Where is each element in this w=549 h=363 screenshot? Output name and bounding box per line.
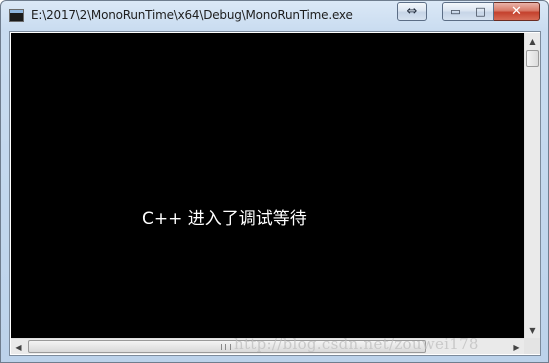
maximize-icon: □ [475, 5, 486, 18]
title-bar[interactable]: E:\2017\2\MonoRunTime\x64\Debug\MonoRunT… [1, 1, 548, 31]
watermark-text: http://blog.csdn.net/zouwei178 [234, 335, 479, 353]
client-area: C++ 进入了调试等待 ▲ ▼ ◀ ▶ [9, 31, 541, 356]
scroll-left-arrow-icon[interactable]: ◀ [11, 339, 26, 355]
resize-corner[interactable] [524, 338, 540, 354]
close-button[interactable]: ✕ [494, 2, 540, 21]
scroll-down-arrow-icon[interactable]: ▼ [525, 322, 540, 338]
maximize-button[interactable]: □ [468, 2, 494, 21]
switch-arrows-icon: ⇔ [406, 4, 418, 19]
close-icon: ✕ [511, 4, 522, 19]
switch-window-button[interactable]: ⇔ [397, 2, 427, 21]
vertical-scrollbar[interactable]: ▲ ▼ [524, 33, 540, 338]
vertical-scroll-thumb[interactable] [526, 50, 539, 67]
scroll-right-arrow-icon[interactable]: ▶ [509, 339, 524, 355]
minimize-icon: ▭ [450, 5, 461, 18]
console-output-text: C++ 进入了调试等待 [142, 209, 307, 229]
console-app-icon[interactable] [9, 9, 24, 22]
window-title: E:\2017\2\MonoRunTime\x64\Debug\MonoRunT… [31, 8, 353, 22]
minimize-button[interactable]: ▭ [442, 2, 469, 21]
grip-icon [221, 344, 231, 350]
scroll-up-arrow-icon[interactable]: ▲ [525, 33, 540, 49]
console-output-area[interactable]: C++ 进入了调试等待 [11, 33, 524, 338]
console-window: E:\2017\2\MonoRunTime\x64\Debug\MonoRunT… [0, 0, 549, 363]
